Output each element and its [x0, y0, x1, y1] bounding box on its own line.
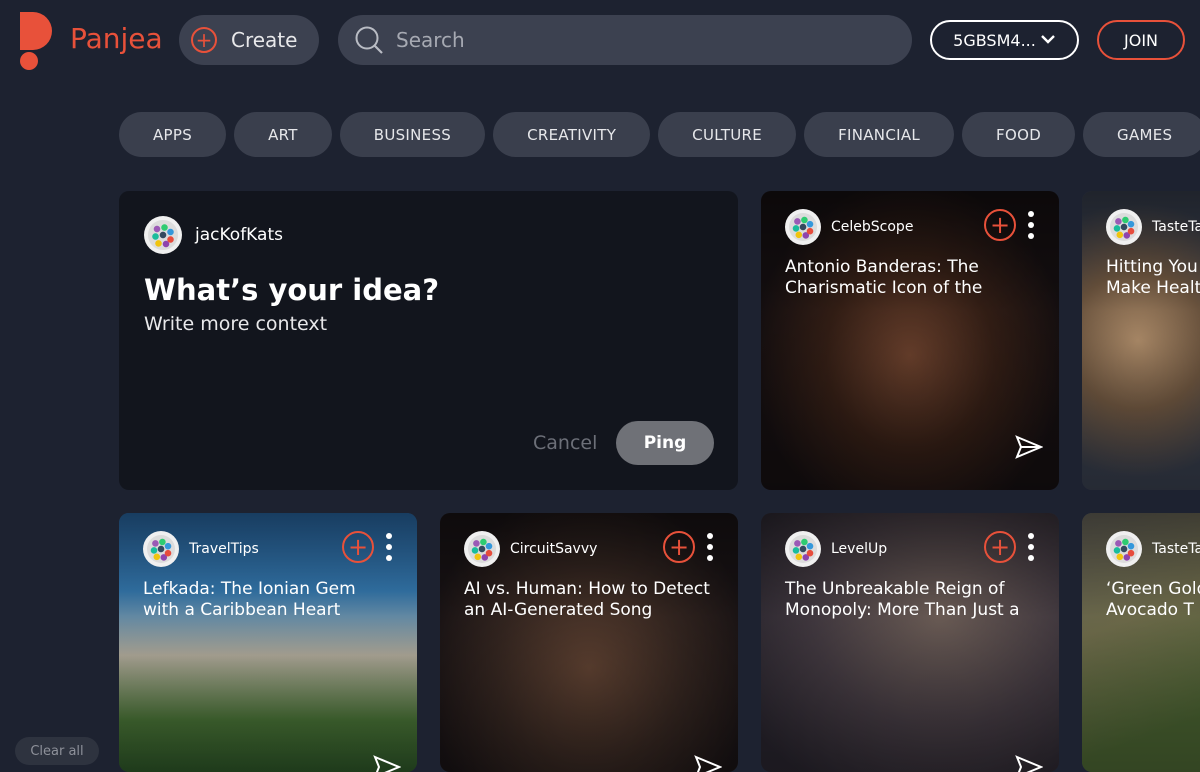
join-label: JOIN: [1124, 30, 1158, 50]
plus-circle-icon: +: [191, 27, 217, 53]
card-title: ‘Green Gold Avocado T: [1106, 579, 1200, 620]
card-source-name: TravelTips: [189, 541, 259, 557]
post-card[interactable]: TravelTips + Lefkada: The Ionian Gem wit…: [119, 513, 417, 772]
post-card[interactable]: LevelUp + The Unbreakable Reign of Monop…: [761, 513, 1059, 772]
send-icon[interactable]: [1015, 755, 1043, 772]
kebab-menu-icon[interactable]: [1027, 533, 1035, 561]
card-source-name: CircuitSavvy: [510, 541, 598, 557]
category-games[interactable]: GAMES: [1083, 112, 1200, 157]
category-food[interactable]: FOOD: [962, 112, 1076, 157]
avatar: [1106, 209, 1142, 245]
account-button[interactable]: 5GBSM4...: [930, 20, 1079, 60]
search-icon: [355, 26, 383, 54]
add-icon[interactable]: +: [984, 531, 1016, 563]
composer-username: jacKofKats: [195, 225, 283, 245]
clear-all-button[interactable]: Clear all: [15, 737, 99, 765]
send-icon[interactable]: [373, 755, 401, 772]
card-source: TasteTa: [1106, 209, 1200, 245]
composer-user: jacKofKats: [144, 216, 283, 254]
chevron-down-icon: [1040, 32, 1056, 48]
cancel-button[interactable]: Cancel: [533, 432, 597, 454]
category-apps[interactable]: APPS: [119, 112, 227, 157]
idea-composer: jacKofKats What’s your idea? Write more …: [119, 191, 738, 490]
kebab-menu-icon[interactable]: [1027, 211, 1035, 239]
ping-button[interactable]: Ping: [616, 421, 714, 465]
create-button[interactable]: + Create: [179, 15, 319, 65]
card-title: Hitting You Make Healt: [1106, 257, 1200, 298]
search-input[interactable]: [396, 28, 876, 52]
brand-logo[interactable]: Panjea: [18, 12, 163, 70]
avatar: [1106, 531, 1142, 567]
category-business[interactable]: BUSINESS: [339, 112, 486, 157]
post-card[interactable]: CelebScope + Antonio Banderas: The Chari…: [761, 191, 1059, 490]
card-source-name: CelebScope: [831, 219, 914, 235]
composer-context-input[interactable]: Write more context: [144, 313, 327, 335]
category-culture[interactable]: CULTURE: [658, 112, 797, 157]
card-source-name: LevelUp: [831, 541, 888, 557]
card-source: LevelUp: [785, 531, 887, 567]
post-card[interactable]: TasteTa ‘Green Gold Avocado T: [1082, 513, 1200, 772]
create-label: Create: [231, 28, 298, 52]
category-tabs: APPS ART BUSINESS CREATIVITY CULTURE FIN…: [119, 112, 1200, 157]
send-icon[interactable]: [1015, 435, 1043, 459]
post-card[interactable]: TasteTa Hitting You Make Healt: [1082, 191, 1200, 490]
card-title: Lefkada: The Ionian Gem with a Caribbean…: [143, 579, 356, 620]
card-source: CircuitSavvy: [464, 531, 597, 567]
avatar: [785, 209, 821, 245]
card-source-name: TasteTa: [1152, 541, 1200, 557]
category-creativity[interactable]: CREATIVITY: [493, 112, 651, 157]
add-icon[interactable]: +: [984, 209, 1016, 241]
card-source: CelebScope: [785, 209, 913, 245]
join-button[interactable]: JOIN: [1097, 20, 1185, 60]
composer-title-input[interactable]: What’s your idea?: [144, 273, 439, 307]
card-source: TasteTa: [1106, 531, 1200, 567]
card-source: TravelTips: [143, 531, 259, 567]
card-title: AI vs. Human: How to Detect an AI-Genera…: [464, 579, 710, 620]
avatar: [144, 216, 182, 254]
post-card[interactable]: CircuitSavvy + AI vs. Human: How to Dete…: [440, 513, 738, 772]
avatar: [464, 531, 500, 567]
send-icon[interactable]: [694, 755, 722, 772]
panjea-logo-icon: [18, 12, 62, 70]
avatar: [785, 531, 821, 567]
kebab-menu-icon[interactable]: [706, 533, 714, 561]
category-financial[interactable]: FINANCIAL: [804, 112, 955, 157]
kebab-menu-icon[interactable]: [385, 533, 393, 561]
add-icon[interactable]: +: [342, 531, 374, 563]
avatar: [143, 531, 179, 567]
card-title: The Unbreakable Reign of Monopoly: More …: [785, 579, 1020, 620]
card-source-name: TasteTa: [1152, 219, 1200, 235]
card-title: Antonio Banderas: The Charismatic Icon o…: [785, 257, 983, 298]
add-icon[interactable]: +: [663, 531, 695, 563]
account-label: 5GBSM4...: [953, 30, 1036, 50]
brand-name: Panjea: [70, 21, 163, 55]
search-bar[interactable]: [338, 15, 912, 65]
category-art[interactable]: ART: [234, 112, 332, 157]
